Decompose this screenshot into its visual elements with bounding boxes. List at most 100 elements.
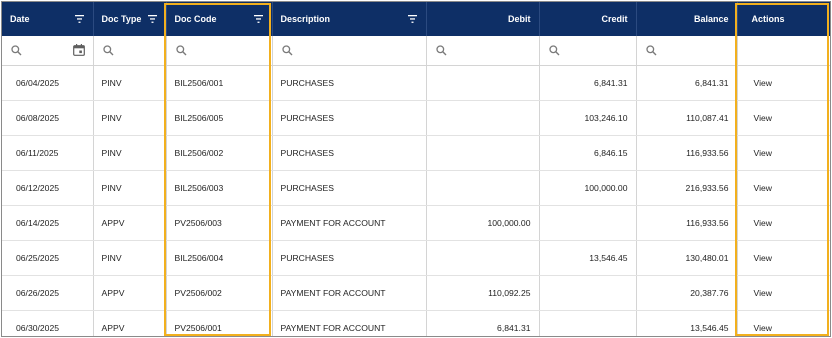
table-row: 06/30/2025 APPV PV2506/001 PAYMENT FOR ACCO… bbox=[2, 310, 830, 336]
actions-cell: View bbox=[737, 275, 830, 311]
search-icon bbox=[548, 45, 559, 56]
column-header-debit[interactable]: Debit bbox=[426, 2, 540, 36]
cell-date: 06/12/2025 bbox=[2, 170, 94, 206]
header-row: Date Doc Type Doc Code Description Debit bbox=[2, 2, 830, 36]
table-row: 06/11/2025 PINV BIL2506/002 PURCHASES 6,846.… bbox=[2, 135, 830, 171]
table-row: 06/25/2025 PINV BIL2506/004 PURCHASES 13,546… bbox=[2, 240, 830, 276]
debit-search-field[interactable] bbox=[426, 36, 540, 66]
view-link[interactable]: View bbox=[746, 323, 772, 333]
balance-search-field[interactable] bbox=[636, 36, 738, 66]
cell-doc-type: PINV bbox=[93, 170, 167, 206]
table-row: 06/08/2025 PINV BIL2506/005 PURCHASES 103,24… bbox=[2, 100, 830, 136]
cell-credit bbox=[539, 205, 637, 241]
doc-code-link[interactable]: BIL2506/003 bbox=[166, 170, 273, 206]
doc-type-search-field[interactable] bbox=[93, 36, 167, 66]
actions-cell: View bbox=[737, 240, 830, 276]
doc-code-link[interactable]: PV2506/001 bbox=[166, 310, 273, 336]
cell-balance: 13,546.45 bbox=[636, 310, 738, 336]
date-search-field[interactable] bbox=[2, 36, 94, 66]
cell-balance: 20,387.76 bbox=[636, 275, 738, 311]
view-link[interactable]: View bbox=[746, 78, 772, 88]
view-link[interactable]: View bbox=[746, 113, 772, 123]
view-link[interactable]: View bbox=[746, 288, 772, 298]
search-icon bbox=[175, 45, 186, 56]
cell-doc-type: APPV bbox=[93, 310, 167, 336]
view-link[interactable]: View bbox=[746, 218, 772, 228]
cell-debit: 110,092.25 bbox=[426, 275, 540, 311]
cell-description: PURCHASES bbox=[272, 240, 427, 276]
column-header-label: Actions bbox=[751, 14, 785, 24]
cell-credit: 13,546.45 bbox=[539, 240, 637, 276]
actions-search-cell bbox=[737, 36, 830, 66]
column-header-doc-code[interactable]: Doc Code bbox=[166, 2, 273, 36]
cell-description: PAYMENT FOR ACCOUNT bbox=[272, 275, 427, 311]
cell-doc-type: PINV bbox=[93, 135, 167, 171]
cell-credit bbox=[539, 310, 637, 336]
table-row: 06/04/2025 PINV BIL2506/001 PURCHASES 6,841.… bbox=[2, 65, 830, 101]
cell-doc-type: PINV bbox=[93, 100, 167, 136]
cell-date: 06/08/2025 bbox=[2, 100, 94, 136]
calendar-icon[interactable] bbox=[72, 44, 85, 56]
table-row: 06/12/2025 PINV BIL2506/003 PURCHASES 100,00… bbox=[2, 170, 830, 206]
doc-code-search-field[interactable] bbox=[166, 36, 273, 66]
cell-date: 06/26/2025 bbox=[2, 275, 94, 311]
table-row: 06/14/2025 APPV PV2506/003 PAYMENT FOR ACCO… bbox=[2, 205, 830, 241]
cell-debit: 100,000.00 bbox=[426, 205, 540, 241]
cell-description: PURCHASES bbox=[272, 170, 427, 206]
view-link[interactable]: View bbox=[746, 148, 772, 158]
search-row bbox=[2, 36, 830, 66]
cell-doc-type: PINV bbox=[93, 65, 167, 101]
actions-cell: View bbox=[737, 205, 830, 241]
doc-code-link[interactable]: PV2506/003 bbox=[166, 205, 273, 241]
view-link[interactable]: View bbox=[746, 183, 772, 193]
column-header-description[interactable]: Description bbox=[272, 2, 427, 36]
column-header-label: Date bbox=[10, 14, 30, 24]
cell-credit: 100,000.00 bbox=[539, 170, 637, 206]
cell-credit: 6,841.31 bbox=[539, 65, 637, 101]
cell-date: 06/25/2025 bbox=[2, 240, 94, 276]
doc-code-link[interactable]: BIL2506/004 bbox=[166, 240, 273, 276]
cell-description: PAYMENT FOR ACCOUNT bbox=[272, 205, 427, 241]
column-header-credit[interactable]: Credit bbox=[539, 2, 637, 36]
cell-doc-type: APPV bbox=[93, 205, 167, 241]
cell-debit bbox=[426, 170, 540, 206]
search-icon bbox=[435, 45, 446, 56]
cell-debit: 6,841.31 bbox=[426, 310, 540, 336]
cell-description: PURCHASES bbox=[272, 65, 427, 101]
cell-balance: 110,087.41 bbox=[636, 100, 738, 136]
cell-date: 06/04/2025 bbox=[2, 65, 94, 101]
filter-icon[interactable] bbox=[253, 15, 263, 23]
credit-search-field[interactable] bbox=[539, 36, 637, 66]
cell-balance: 116,933.56 bbox=[636, 205, 738, 241]
column-header-label: Balance bbox=[693, 14, 729, 24]
column-header-balance[interactable]: Balance bbox=[636, 2, 738, 36]
column-header-doc-type[interactable]: Doc Type bbox=[93, 2, 167, 36]
search-icon bbox=[281, 45, 292, 56]
table-row: 06/26/2025 APPV PV2506/002 PAYMENT FOR ACCO… bbox=[2, 275, 830, 311]
cell-doc-type: PINV bbox=[93, 240, 167, 276]
cell-description: PURCHASES bbox=[272, 100, 427, 136]
column-header-label: Doc Type bbox=[101, 14, 142, 24]
cell-credit: 6,846.15 bbox=[539, 135, 637, 171]
cell-date: 06/11/2025 bbox=[2, 135, 94, 171]
doc-code-link[interactable]: BIL2506/001 bbox=[166, 65, 273, 101]
doc-code-link[interactable]: BIL2506/002 bbox=[166, 135, 273, 171]
cell-description: PAYMENT FOR ACCOUNT bbox=[272, 310, 427, 336]
column-header-label: Doc Code bbox=[174, 14, 217, 24]
filter-icon[interactable] bbox=[74, 15, 84, 23]
actions-cell: View bbox=[737, 135, 830, 171]
search-icon bbox=[645, 45, 656, 56]
doc-code-link[interactable]: PV2506/002 bbox=[166, 275, 273, 311]
description-search-field[interactable] bbox=[272, 36, 427, 66]
doc-code-link[interactable]: BIL2506/005 bbox=[166, 100, 273, 136]
actions-cell: View bbox=[737, 170, 830, 206]
filter-icon[interactable] bbox=[407, 15, 417, 23]
cell-description: PURCHASES bbox=[272, 135, 427, 171]
actions-cell: View bbox=[737, 65, 830, 101]
cell-balance: 6,841.31 bbox=[636, 65, 738, 101]
cell-debit bbox=[426, 240, 540, 276]
column-header-actions: Actions bbox=[737, 2, 830, 36]
column-header-date[interactable]: Date bbox=[2, 2, 94, 36]
filter-icon[interactable] bbox=[147, 15, 157, 23]
view-link[interactable]: View bbox=[746, 253, 772, 263]
